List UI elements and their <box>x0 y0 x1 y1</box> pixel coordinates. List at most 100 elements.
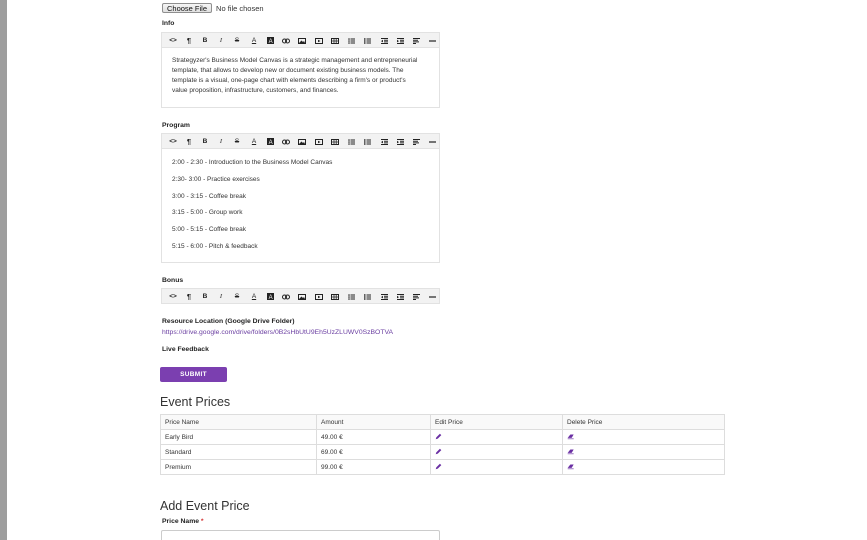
image-icon[interactable] <box>296 33 308 48</box>
video-icon[interactable] <box>313 289 325 304</box>
bold-icon[interactable]: B <box>199 33 211 48</box>
required-marker: * <box>200 518 204 525</box>
price-name-cell: Premium <box>160 459 317 475</box>
amount-cell: 49.00 € <box>316 429 431 445</box>
italic-icon[interactable]: I <box>215 33 227 48</box>
link-icon[interactable] <box>280 33 292 48</box>
code-view-icon[interactable]: <> <box>167 289 179 304</box>
resource-label: Resource Location (Google Drive Folder) <box>162 318 295 325</box>
pencil-icon[interactable] <box>435 448 442 457</box>
program-editor: <> ¶ B I S A A 2:00 - 2:30 - Introduction to t… <box>161 133 440 263</box>
video-icon[interactable] <box>313 134 325 149</box>
image-icon[interactable] <box>296 289 308 304</box>
align-icon[interactable] <box>410 289 422 304</box>
column-header: Amount <box>316 414 431 430</box>
outdent-icon[interactable] <box>378 289 390 304</box>
paragraph-icon[interactable]: ¶ <box>183 134 195 149</box>
delete-cell <box>562 444 725 460</box>
edit-cell <box>430 459 563 475</box>
link-icon[interactable] <box>280 134 292 149</box>
svg-text:A: A <box>268 295 272 300</box>
program-line: 2:00 - 2:30 - Introduction to the Busine… <box>172 159 333 166</box>
indent-icon[interactable] <box>394 134 406 149</box>
info-label: Info <box>162 20 175 27</box>
italic-icon[interactable]: I <box>215 134 227 149</box>
background-color-icon[interactable]: A <box>264 289 276 304</box>
font-color-icon[interactable]: A <box>248 289 260 304</box>
price-name-label-text: Price Name <box>162 518 200 525</box>
code-view-icon[interactable]: <> <box>167 33 179 48</box>
unordered-list-icon[interactable] <box>345 289 357 304</box>
strikethrough-icon[interactable]: S <box>231 33 243 48</box>
link-icon[interactable] <box>280 289 292 304</box>
ordered-list-icon[interactable] <box>361 33 373 48</box>
info-editor-content[interactable]: Strategyzer's Business Model Canvas is a… <box>162 48 439 104</box>
resource-link[interactable]: https://drive.google.com/drive/folders/0… <box>162 329 393 336</box>
file-status-text: No file chosen <box>216 3 264 13</box>
delete-cell <box>562 429 725 445</box>
event-prices-table: Price Name Amount Edit Price Delete Pric… <box>160 414 725 475</box>
strikethrough-icon[interactable]: S <box>231 289 243 304</box>
unordered-list-icon[interactable] <box>345 33 357 48</box>
delete-cell <box>562 459 725 475</box>
info-editor-toolbar: <> ¶ B I S A A <box>162 33 439 48</box>
choose-file-button[interactable]: Choose File <box>162 3 213 13</box>
bold-icon[interactable]: B <box>199 289 211 304</box>
file-upload-row: Choose File No file chosen <box>162 3 264 13</box>
background-color-icon[interactable]: A <box>264 134 276 149</box>
background-color-icon[interactable]: A <box>264 33 276 48</box>
indent-icon[interactable] <box>394 33 406 48</box>
code-view-icon[interactable]: <> <box>167 134 179 149</box>
program-line: 3:00 - 3:15 - Coffee break <box>172 192 246 200</box>
table-icon[interactable] <box>329 134 341 149</box>
info-editor: <> ¶ B I S A A Strategyzer's Business Model Ca… <box>161 32 440 108</box>
price-name-cell: Standard <box>160 444 317 460</box>
event-prices-title: Event Prices <box>160 395 231 409</box>
video-icon[interactable] <box>313 33 325 48</box>
outdent-icon[interactable] <box>378 134 390 149</box>
svg-text:A: A <box>268 140 272 145</box>
info-text-line: template is a visual, one-page chart wit… <box>172 77 406 84</box>
italic-icon[interactable]: I <box>215 289 227 304</box>
bold-icon[interactable]: B <box>199 134 211 149</box>
bonus-editor-toolbar: <> ¶ B I S A A <box>162 289 439 304</box>
unordered-list-icon[interactable] <box>345 134 357 149</box>
program-editor-content[interactable]: 2:00 - 2:30 - Introduction to the Busine… <box>162 149 439 267</box>
submit-button[interactable]: SUBMIT <box>160 367 227 382</box>
image-icon[interactable] <box>296 134 308 149</box>
align-icon[interactable] <box>410 33 422 48</box>
column-header: Price Name <box>160 414 317 430</box>
program-line: 3:15 - 5:00 - Group work <box>172 209 243 217</box>
table-icon[interactable] <box>329 289 341 304</box>
pencil-icon[interactable] <box>435 463 442 472</box>
paragraph-icon[interactable]: ¶ <box>183 289 195 304</box>
edit-cell <box>430 444 563 460</box>
table-icon[interactable] <box>329 33 341 48</box>
program-line: 5:15 - 6:00 - Pitch & feedback <box>172 242 258 250</box>
info-text-line: template, that allows to develop new or … <box>172 67 404 74</box>
column-header: Delete Price <box>562 414 725 430</box>
info-text-line: value proposition, infrastructure, custo… <box>172 87 339 94</box>
horizontal-rule-icon[interactable] <box>426 134 438 149</box>
strikethrough-icon[interactable]: S <box>231 134 243 149</box>
font-color-icon[interactable]: A <box>248 134 260 149</box>
table-row: Premium 99.00 € <box>160 459 725 475</box>
price-name-input[interactable] <box>161 530 440 540</box>
column-header: Edit Price <box>430 414 563 430</box>
ordered-list-icon[interactable] <box>361 289 373 304</box>
paragraph-icon[interactable]: ¶ <box>183 33 195 48</box>
pencil-icon[interactable] <box>435 433 442 442</box>
eraser-icon[interactable] <box>567 463 575 472</box>
align-icon[interactable] <box>410 134 422 149</box>
svg-text:A: A <box>268 39 272 44</box>
outdent-icon[interactable] <box>378 33 390 48</box>
price-name-label: Price Name * <box>162 518 204 525</box>
eraser-icon[interactable] <box>567 448 575 457</box>
eraser-icon[interactable] <box>567 433 575 442</box>
program-line: 2:30- 3:00 - Practice exercises <box>172 175 260 183</box>
horizontal-rule-icon[interactable] <box>426 33 438 48</box>
ordered-list-icon[interactable] <box>361 134 373 149</box>
horizontal-rule-icon[interactable] <box>426 289 438 304</box>
indent-icon[interactable] <box>394 289 406 304</box>
font-color-icon[interactable]: A <box>248 33 260 48</box>
